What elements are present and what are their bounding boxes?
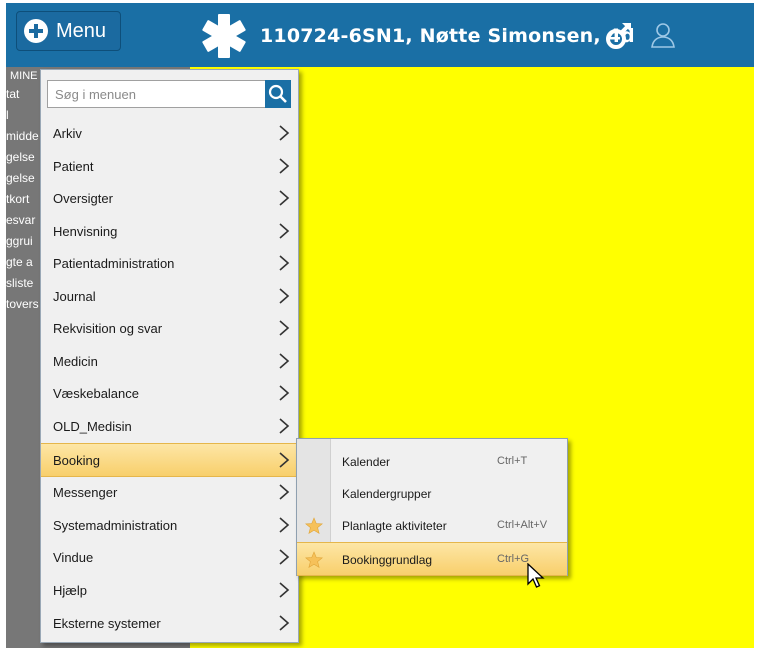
menu-item-label: Væskebalance [53,386,139,401]
menu-item-label: Rekvisition og svar [53,321,163,336]
menu-item-label: Patient [53,159,94,174]
menu-item-label: Eksterne systemer [53,616,161,631]
chevron-right-icon [279,385,290,401]
shortcut-label: Ctrl+T [497,455,528,467]
chevron-right-icon [279,288,290,304]
chevron-right-icon [279,125,290,141]
chevron-right-icon [279,353,290,369]
menu-item-medicin[interactable]: Medicin [41,345,298,377]
left-panel-item[interactable]: esvar [6,213,35,227]
left-panel-item[interactable]: gte a [6,255,33,269]
left-panel-heading: MINE [10,70,38,82]
menu-item-label: Oversigter [53,191,113,206]
chevron-right-icon [279,255,290,271]
menu-item-label: Patientadministration [53,256,175,271]
chevron-right-icon [279,320,290,336]
menu-item-label: Systemadministration [53,518,178,533]
left-panel-item[interactable]: gelse [6,171,35,185]
menu-item-messenger[interactable]: Messenger [41,476,298,508]
chevron-right-icon [279,615,290,631]
menu-item-label: Hjælp [53,583,87,598]
submenu-item-label: Bookinggrundlag [342,553,433,567]
left-panel-item[interactable]: tat [6,87,19,101]
user-icon[interactable] [649,21,677,49]
plus-circle-icon [24,19,48,43]
menu-item-label: OLD_Medisin [53,419,132,434]
mouse-cursor-icon [527,563,545,588]
chevron-right-icon [279,190,290,206]
chevron-right-icon [279,484,290,500]
submenu-item-kalender[interactable]: Kalender Ctrl+T [297,445,567,477]
chevron-right-icon [279,582,290,598]
menu-item-vaeskebalance[interactable]: Væskebalance [41,377,298,409]
chevron-right-icon [279,223,290,239]
left-panel-item[interactable]: sliste [6,276,33,290]
menu-item-label: Medicin [53,354,98,369]
menu-item-systemadministration[interactable]: Systemadministration [41,509,298,541]
search-button[interactable] [265,80,291,108]
menu-item-label: Vindue [53,550,94,565]
chevron-right-icon [279,418,290,434]
left-panel-item[interactable]: tovers [6,297,39,311]
menu-button-label: Menu [56,19,107,42]
menu-item-old-medisin[interactable]: OLD_Medisin [41,410,298,442]
top-bar: Menu 110724-6SN1, Nøtte Simonsen, 4d [6,3,754,67]
submenu-item-label: Kalender [342,455,391,469]
menu-item-label: Booking [53,453,100,468]
menu-button[interactable]: Menu [16,11,121,51]
left-panel-item[interactable]: ggrui [6,234,33,248]
search-field[interactable]: Søg i menuen [47,80,291,108]
menu-item-henvisning[interactable]: Henvisning [41,215,298,247]
left-panel-item[interactable]: midde [6,129,39,143]
submenu-item-label: Kalendergrupper [342,487,432,501]
menu-item-eksterne-systemer[interactable]: Eksterne systemer [41,607,298,639]
menu-item-patient[interactable]: Patient [41,150,298,182]
chevron-right-icon [279,549,290,565]
shortcut-label: Ctrl+G [497,553,530,565]
male-icon [606,23,631,49]
menu-item-label: Arkiv [53,126,82,141]
left-panel-item[interactable]: tkort [6,192,29,206]
menu-item-patientadministration[interactable]: Patientadministration [41,247,298,279]
menu-item-hjaelp[interactable]: Hjælp [41,574,298,606]
submenu-item-label: Planlagte aktiviteter [342,519,447,533]
chevron-right-icon [279,452,290,468]
search-icon [268,84,287,103]
main-menu: Søg i menuen Arkiv Patient Oversigter He… [40,69,299,643]
patient-title[interactable]: 110724-6SN1, Nøtte Simonsen, 4d [260,25,635,47]
menu-item-oversigter[interactable]: Oversigter [41,182,298,214]
submenu-item-kalendergrupper[interactable]: Kalendergrupper [297,477,567,509]
menu-item-booking[interactable]: Booking [41,443,298,477]
star-icon [305,551,323,569]
shortcut-label: Ctrl+Alt+V [497,519,548,531]
star-of-life-icon [202,14,246,58]
chevron-right-icon [279,158,290,174]
menu-item-label: Henvisning [53,224,118,239]
chevron-right-icon [279,517,290,533]
menu-item-arkiv[interactable]: Arkiv [41,117,298,149]
menu-item-rekvisition[interactable]: Rekvisition og svar [41,312,298,344]
left-panel-item[interactable]: gelse [6,150,35,164]
left-panel-item[interactable]: l [6,108,9,122]
submenu-item-planlagte-aktiviteter[interactable]: Planlagte aktiviteter Ctrl+Alt+V [297,509,567,541]
star-icon [305,517,323,535]
menu-item-vindue[interactable]: Vindue [41,541,298,573]
menu-item-journal[interactable]: Journal [41,280,298,312]
menu-item-label: Journal [53,289,96,304]
booking-submenu: Kalender Ctrl+T Kalendergrupper Planlagt… [296,438,568,576]
menu-item-label: Messenger [53,485,118,500]
search-input[interactable]: Søg i menuen [55,87,136,102]
